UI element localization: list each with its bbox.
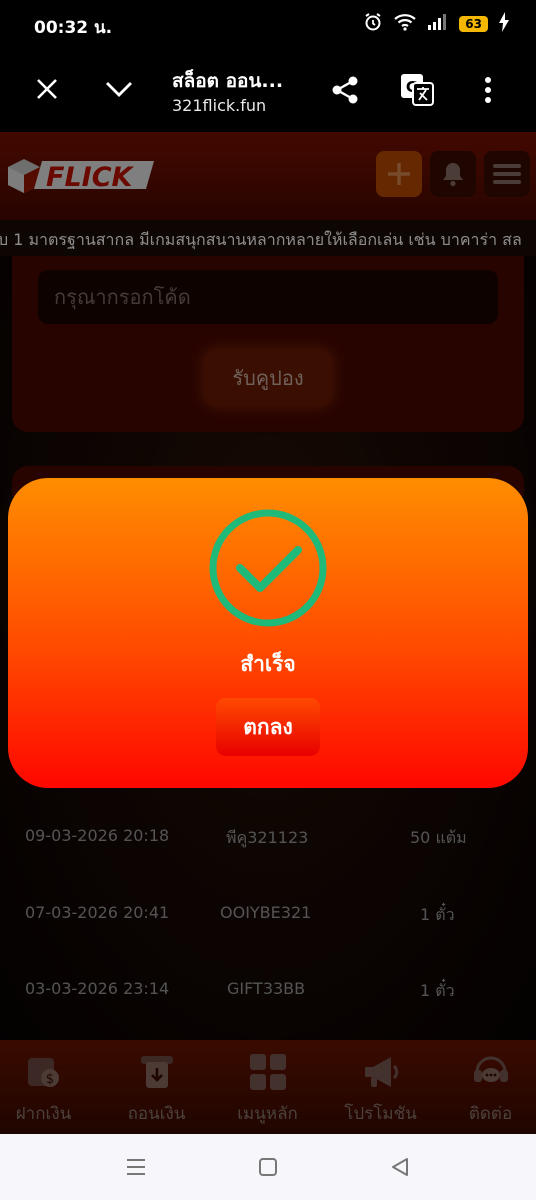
status-bar: 00:32 น. 63 xyxy=(0,0,536,50)
collapse-button[interactable] xyxy=(97,67,141,111)
system-navigation-bar xyxy=(0,1134,536,1200)
back-icon xyxy=(392,1158,408,1176)
share-icon xyxy=(332,76,358,104)
wifi-icon xyxy=(393,13,417,35)
check-circle-icon xyxy=(208,508,328,632)
success-dialog: สำเร็จ ตกลง xyxy=(8,478,528,788)
share-button[interactable] xyxy=(323,68,367,112)
translate-button[interactable]: G xyxy=(395,68,439,112)
page-url[interactable]: 321flick.fun xyxy=(172,96,266,115)
more-vertical-icon xyxy=(485,77,491,103)
page-title: สล็อต ออน... xyxy=(172,70,284,92)
home-icon xyxy=(259,1158,277,1176)
signal-icon xyxy=(427,13,449,35)
status-icons: 63 xyxy=(363,12,510,36)
alarm-icon xyxy=(363,12,383,36)
more-options-button[interactable] xyxy=(466,68,510,112)
charging-icon xyxy=(498,12,510,36)
translate-icon: G xyxy=(401,74,434,106)
battery-indicator: 63 xyxy=(459,16,488,32)
ok-button[interactable]: ตกลง xyxy=(216,698,320,756)
recents-icon xyxy=(127,1159,145,1175)
home-button[interactable] xyxy=(256,1155,280,1183)
browser-toolbar: สล็อต ออน... 321flick.fun G xyxy=(0,50,536,132)
back-button[interactable] xyxy=(388,1155,412,1183)
status-time: 00:32 น. xyxy=(34,18,113,38)
success-message: สำเร็จ xyxy=(240,652,296,676)
chevron-down-icon xyxy=(106,82,132,97)
recent-apps-button[interactable] xyxy=(124,1155,148,1183)
close-icon xyxy=(37,79,57,99)
close-tab-button[interactable] xyxy=(25,67,69,111)
